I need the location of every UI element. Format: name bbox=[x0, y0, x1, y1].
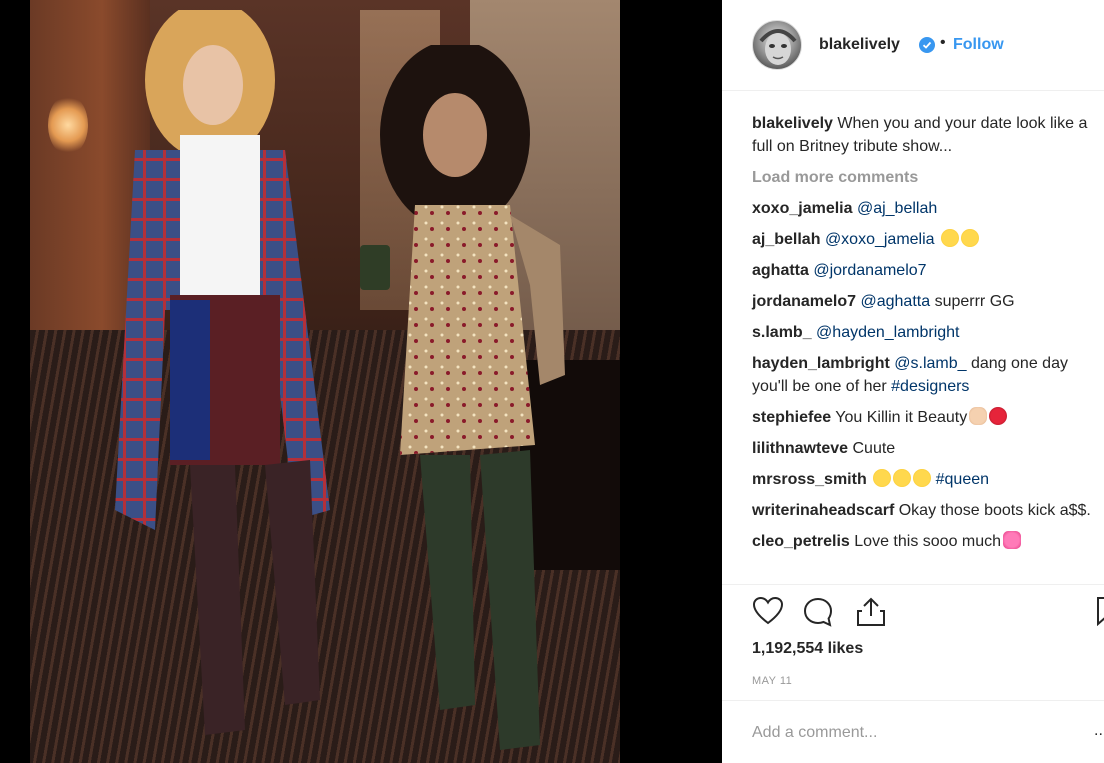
sad-face-emoji-icon bbox=[893, 469, 912, 487]
comment-username[interactable]: cleo_petrelis bbox=[752, 533, 850, 550]
post-side-panel: blakelively • Follow blakelively When yo… bbox=[722, 0, 1104, 763]
post-date[interactable]: MAY 11 bbox=[752, 675, 792, 687]
comment-item: hayden_lambright @s.lamb_ dang one day y… bbox=[752, 352, 1104, 398]
photo-lamp bbox=[48, 95, 88, 155]
comment-username[interactable]: jordanamelo7 bbox=[752, 293, 856, 310]
two-hearts-emoji-icon bbox=[1003, 531, 1022, 549]
comment-username[interactable]: s.lamb_ bbox=[752, 324, 812, 341]
comment-username[interactable]: hayden_lambright bbox=[752, 355, 890, 372]
post-photo[interactable] bbox=[30, 0, 620, 763]
comment-username[interactable]: mrsross_smith bbox=[752, 471, 867, 488]
comment-mention[interactable]: @hayden_lambright bbox=[816, 324, 959, 341]
comment-mention[interactable]: @xoxo_jamelia bbox=[825, 231, 935, 248]
rose-emoji-icon bbox=[989, 407, 1008, 425]
load-more-comments-button[interactable]: Load more comments bbox=[752, 166, 1104, 189]
post-header: blakelively • Follow bbox=[722, 0, 1104, 91]
comment-username[interactable]: lilithnawteve bbox=[752, 440, 848, 457]
header-username[interactable]: blakelively bbox=[819, 36, 900, 54]
comment-item: aj_bellah @xoxo_jamelia bbox=[752, 228, 1104, 251]
comment-username[interactable]: xoxo_jamelia bbox=[752, 200, 853, 217]
heart-eyes-emoji-icon bbox=[941, 229, 960, 247]
comment-hashtag[interactable]: #queen bbox=[936, 471, 989, 488]
comment-item: mrsross_smith #queen bbox=[752, 468, 1104, 491]
comment-text: Cuute bbox=[852, 440, 896, 457]
heart-eyes-emoji-icon bbox=[961, 229, 980, 247]
post-actions-bar bbox=[752, 596, 1104, 630]
sad-face-emoji-icon bbox=[913, 469, 932, 487]
comment-item: cleo_petrelis Love this sooo much bbox=[752, 530, 1104, 553]
heart-icon[interactable] bbox=[752, 596, 784, 626]
comment-text: superrr GG bbox=[934, 293, 1015, 310]
comment-text: Love this sooo much bbox=[854, 533, 1002, 550]
comment-icon[interactable] bbox=[802, 596, 834, 628]
bookmark-icon[interactable] bbox=[1096, 596, 1104, 626]
comment-item: aghatta @jordanamelo7 bbox=[752, 259, 1104, 282]
comment-username[interactable]: aj_bellah bbox=[752, 231, 820, 248]
comment-text: Okay those boots kick a$$. bbox=[898, 502, 1091, 519]
share-icon[interactable] bbox=[856, 596, 886, 628]
comment-item: lilithnawteve Cuute bbox=[752, 437, 1104, 460]
photo-person-plaid bbox=[115, 10, 330, 735]
avatar[interactable] bbox=[752, 20, 802, 70]
comment-username[interactable]: writerinaheadscarf bbox=[752, 502, 894, 519]
add-comment-input[interactable]: Add a comment... bbox=[752, 724, 877, 742]
comment-list: blakelively When you and your date look … bbox=[752, 112, 1104, 561]
divider bbox=[722, 700, 1104, 701]
comment-text: You Killin it Beauty bbox=[835, 409, 968, 426]
comment-username[interactable]: aghatta bbox=[752, 262, 809, 279]
comment-item: writerinaheadscarf Okay those boots kick… bbox=[752, 499, 1104, 522]
follow-button[interactable]: Follow bbox=[953, 36, 1004, 54]
header-separator: • bbox=[940, 34, 946, 51]
more-options-icon[interactable]: ... bbox=[1094, 722, 1104, 740]
comment-item: xoxo_jamelia @aj_bellah bbox=[752, 197, 1104, 220]
likes-count[interactable]: 1,192,554 likes bbox=[752, 640, 863, 658]
caption-username[interactable]: blakelively bbox=[752, 115, 833, 132]
comment-mention[interactable]: @aj_bellah bbox=[857, 200, 937, 217]
rock-hand-emoji-icon bbox=[969, 407, 988, 425]
caption: blakelively When you and your date look … bbox=[752, 112, 1104, 158]
comment-mention[interactable]: @jordanamelo7 bbox=[813, 262, 926, 279]
comment-mention[interactable]: @aghatta bbox=[860, 293, 930, 310]
avatar-face-icon bbox=[759, 29, 797, 65]
comment-username[interactable]: stephiefee bbox=[752, 409, 831, 426]
sad-face-emoji-icon bbox=[873, 469, 892, 487]
comment-item: jordanamelo7 @aghatta superrr GG bbox=[752, 290, 1104, 313]
comment-hashtag[interactable]: #designers bbox=[891, 378, 969, 395]
verified-badge-icon bbox=[919, 37, 935, 53]
comment-mention[interactable]: @s.lamb_ bbox=[894, 355, 966, 372]
comment-item: s.lamb_ @hayden_lambright bbox=[752, 321, 1104, 344]
divider bbox=[722, 584, 1104, 585]
comment-item: stephiefee You Killin it Beauty bbox=[752, 406, 1104, 429]
photo-person-sequin bbox=[360, 45, 565, 750]
